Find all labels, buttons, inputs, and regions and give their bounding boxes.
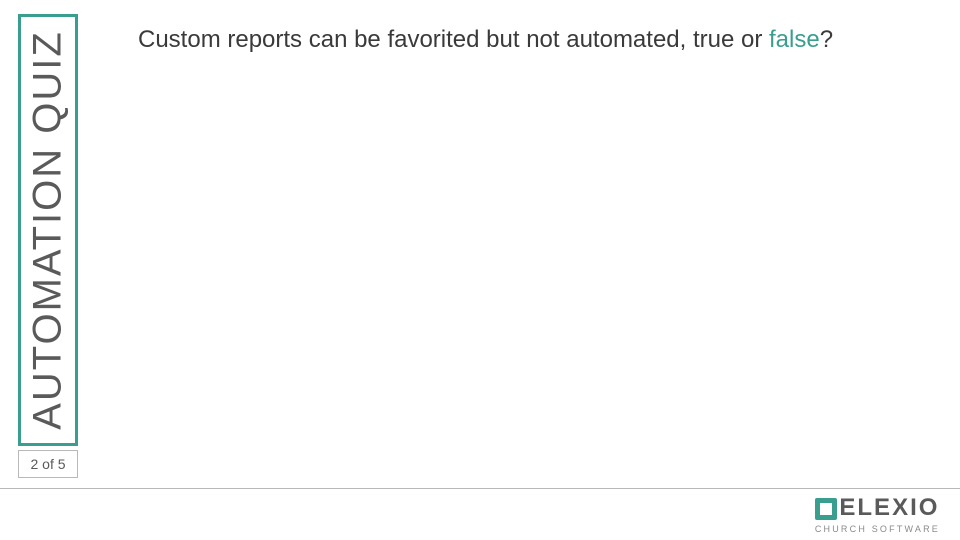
question-text-part1: Custom reports can be favorited but not … — [138, 26, 769, 53]
question-text-accent: false — [769, 26, 820, 53]
sidebar-title-box: AUTOMATION QUIZ — [18, 14, 78, 446]
quiz-question: Custom reports can be favorited but not … — [138, 24, 900, 56]
footer-divider — [0, 488, 960, 489]
quiz-title: AUTOMATION QUIZ — [26, 30, 71, 430]
brand-mark-icon — [815, 498, 837, 520]
question-text-part3: ? — [820, 26, 833, 53]
brand-tagline: CHURCH SOFTWARE — [815, 524, 940, 534]
brand-name: ELEXIO — [839, 494, 939, 522]
page-indicator: 2 of 5 — [18, 450, 78, 478]
brand-logo: ELEXIO CHURCH SOFTWARE — [815, 494, 940, 534]
brand-logo-main: ELEXIO — [815, 494, 940, 522]
